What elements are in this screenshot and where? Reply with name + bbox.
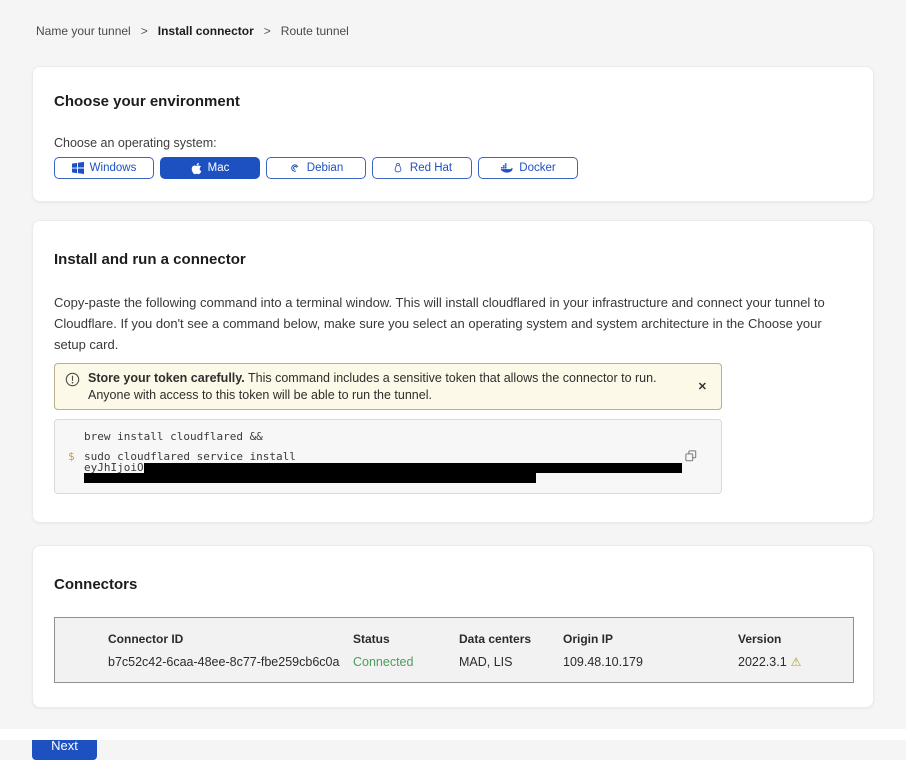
os-button-mac[interactable]: Mac (160, 157, 260, 179)
os-button-docker[interactable]: Docker (478, 157, 578, 179)
breadcrumb-step-name-tunnel[interactable]: Name your tunnel (36, 24, 131, 38)
origin-ip-value: 109.48.10.179 (563, 655, 738, 669)
breadcrumb-separator: > (264, 24, 271, 38)
breadcrumb: Name your tunnel > Install connector > R… (0, 0, 906, 38)
choose-environment-card: Choose your environment Choose an operat… (32, 66, 874, 202)
token-prefix: eyJhIjoiO (84, 463, 144, 473)
connectors-card-title: Connectors (54, 576, 852, 593)
connectors-table: Connector ID Status Data centers Origin … (54, 617, 854, 683)
status-badge: Connected (353, 655, 459, 669)
table-row: b7c52c42-6caa-48ee-8c77-fbe259cb6c0a Con… (108, 655, 853, 669)
connectors-table-header: Connector ID Status Data centers Origin … (108, 632, 853, 646)
bottom-strip (0, 729, 906, 740)
windows-icon (72, 162, 84, 174)
header-origin-ip: Origin IP (563, 632, 738, 646)
code-line-sudo: $ sudo cloudflared service install (68, 450, 707, 463)
redacted-token-bar (144, 463, 682, 473)
info-circle-icon (65, 372, 80, 392)
alert-text: Store your token carefully. This command… (88, 369, 686, 404)
breadcrumb-step-install-connector[interactable]: Install connector (158, 24, 254, 38)
environment-card-title: Choose your environment (54, 93, 852, 110)
os-button-label: Windows (90, 162, 137, 174)
os-button-row: Windows Mac Debian Red Hat Docker (54, 157, 852, 179)
version-warning-icon: ⚠ (791, 655, 802, 669)
install-card-title: Install and run a connector (54, 251, 852, 268)
os-button-redhat[interactable]: Red Hat (372, 157, 472, 179)
token-warning-alert: Store your token carefully. This command… (54, 363, 722, 410)
breadcrumb-separator: > (141, 24, 148, 38)
apple-icon (191, 162, 202, 175)
os-button-label: Red Hat (410, 162, 452, 174)
data-centers-value: MAD, LIS (459, 655, 563, 669)
os-button-label: Mac (208, 162, 230, 174)
connector-id-value: b7c52c42-6caa-48ee-8c77-fbe259cb6c0a (108, 655, 353, 669)
version-value: 2022.3.1 ⚠ (738, 655, 853, 669)
header-version: Version (738, 632, 853, 646)
connectors-card: Connectors Connector ID Status Data cent… (32, 545, 874, 708)
header-data-centers: Data centers (459, 632, 563, 646)
breadcrumb-step-route-tunnel[interactable]: Route tunnel (281, 24, 349, 38)
os-button-label: Debian (307, 162, 343, 174)
version-number: 2022.3.1 (738, 655, 787, 669)
copy-icon[interactable] (683, 448, 699, 467)
os-button-debian[interactable]: Debian (266, 157, 366, 179)
redacted-token-bar (84, 473, 536, 483)
alert-title: Store your token carefully. (88, 371, 245, 385)
code-line-brew: brew install cloudflared && (68, 430, 707, 443)
token-line: eyJhIjoiO (68, 463, 707, 473)
os-button-label: Docker (519, 162, 555, 174)
token-line (68, 473, 707, 483)
header-status: Status (353, 632, 459, 646)
debian-icon (289, 162, 301, 174)
close-icon[interactable]: ✕ (694, 378, 711, 395)
docker-whale-icon (500, 163, 513, 174)
operating-system-label: Choose an operating system: (54, 136, 852, 150)
install-connector-card: Install and run a connector Copy-paste t… (32, 220, 874, 523)
redhat-penguin-icon (392, 162, 404, 174)
install-description: Copy-paste the following command into a … (54, 292, 852, 355)
install-command-codeblock: brew install cloudflared && $ sudo cloud… (54, 419, 722, 494)
shell-prompt: $ (68, 450, 84, 463)
os-button-windows[interactable]: Windows (54, 157, 154, 179)
header-connector-id: Connector ID (108, 632, 353, 646)
